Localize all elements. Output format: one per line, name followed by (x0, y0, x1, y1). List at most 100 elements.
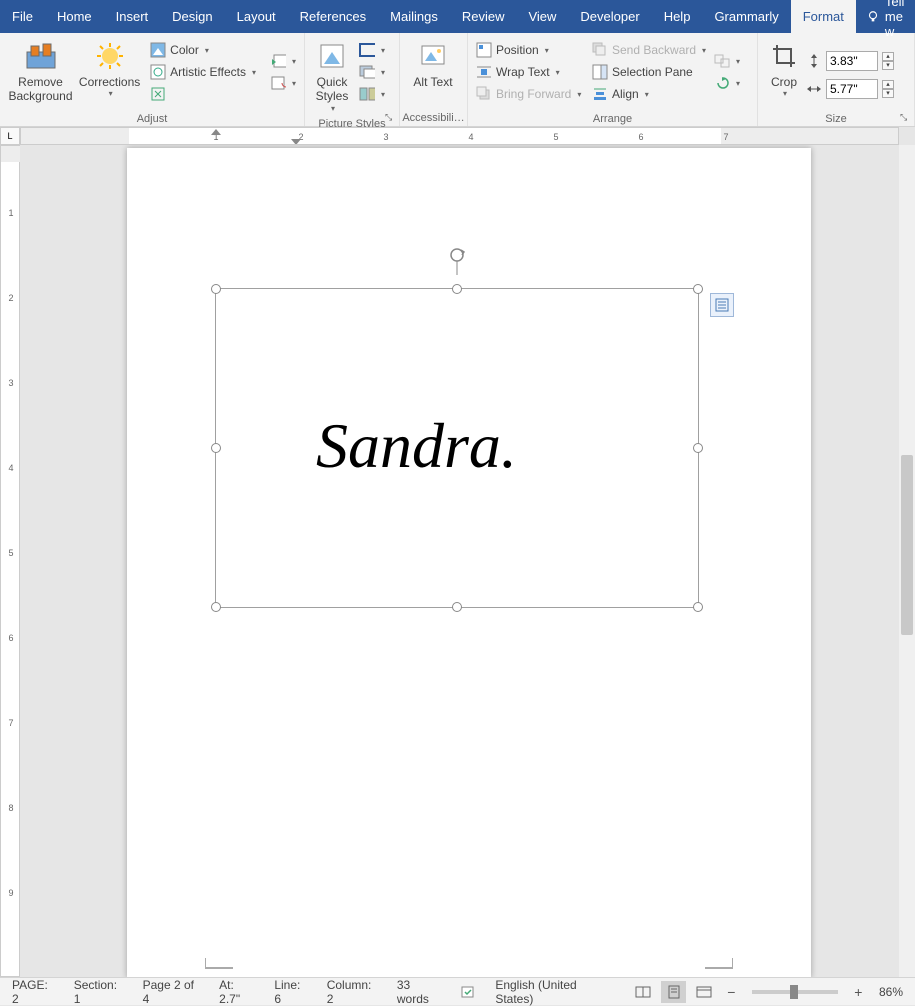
align-button[interactable]: Align▾ (588, 84, 710, 104)
artistic-effects-icon (150, 64, 166, 80)
group-objects-button[interactable]: ▾ (710, 51, 744, 71)
picture-selection[interactable]: Sandra. (215, 288, 699, 608)
scrollbar-thumb[interactable] (901, 455, 913, 635)
picture-border-button[interactable]: ▾ (355, 40, 389, 60)
tab-references[interactable]: References (288, 0, 378, 33)
svg-text:4: 4 (468, 132, 473, 142)
svg-text:9: 9 (8, 888, 13, 898)
vertical-scrollbar[interactable] (899, 145, 915, 977)
handle-tl[interactable] (211, 284, 221, 294)
handle-br[interactable] (693, 602, 703, 612)
remove-background-button[interactable]: Remove Background (4, 36, 77, 104)
quick-styles-icon (316, 40, 348, 72)
width-input[interactable] (826, 79, 878, 99)
tab-format[interactable]: Format (791, 0, 856, 33)
view-web-layout[interactable] (692, 981, 717, 1003)
status-page-of[interactable]: Page 2 of 4 (137, 978, 208, 1006)
handle-b[interactable] (452, 602, 462, 612)
width-spinner[interactable]: ▴▾ (882, 80, 894, 98)
reset-picture-icon (270, 75, 286, 91)
tab-file[interactable]: File (0, 0, 45, 33)
status-line[interactable]: Line: 6 (268, 978, 314, 1006)
artistic-effects-button[interactable]: Artistic Effects ▾ (146, 62, 260, 82)
svg-text:3: 3 (383, 132, 388, 142)
tab-mailings[interactable]: Mailings (378, 0, 450, 33)
corrections-label: Corrections (79, 75, 140, 89)
status-proofing[interactable] (455, 985, 483, 999)
svg-text:6: 6 (638, 132, 643, 142)
tab-layout[interactable]: Layout (225, 0, 288, 33)
tab-help[interactable]: Help (652, 0, 703, 33)
status-column[interactable]: Column: 2 (321, 978, 385, 1006)
remove-background-icon (25, 40, 57, 72)
view-print-layout[interactable] (661, 981, 686, 1003)
picture-styles-launcher[interactable]: ⤡ (385, 112, 397, 124)
color-icon (150, 42, 166, 58)
ribbon-body: Remove Background Corrections ▾ Color ▾ … (0, 33, 915, 127)
handle-r[interactable] (693, 443, 703, 453)
alt-text-icon (417, 40, 449, 72)
tab-home[interactable]: Home (45, 0, 104, 33)
reset-picture-button[interactable]: ▾ (266, 73, 300, 93)
document-area[interactable]: Sandra. (20, 145, 899, 977)
handle-tr[interactable] (693, 284, 703, 294)
zoom-out-button[interactable]: − (723, 984, 740, 1000)
picture-effects-icon (359, 64, 375, 80)
status-words[interactable]: 33 words (391, 978, 449, 1006)
width-input-group: ▴▾ (806, 79, 894, 99)
position-button[interactable]: Position▾ (472, 40, 588, 60)
zoom-in-button[interactable]: + (850, 984, 867, 1000)
handle-l[interactable] (211, 443, 221, 453)
height-input[interactable] (826, 51, 878, 71)
handle-bl[interactable] (211, 602, 221, 612)
tab-review[interactable]: Review (450, 0, 517, 33)
zoom-slider[interactable] (752, 990, 838, 994)
status-page[interactable]: PAGE: 2 (6, 978, 62, 1006)
height-icon (806, 53, 822, 69)
alt-text-button[interactable]: Alt Text (404, 36, 462, 89)
tab-design[interactable]: Design (160, 0, 224, 33)
chevron-down-icon: ▾ (736, 57, 740, 66)
compress-pictures-button[interactable] (146, 84, 260, 104)
color-button[interactable]: Color ▾ (146, 40, 260, 60)
zoom-level[interactable]: 86% (873, 985, 909, 999)
tab-grammarly[interactable]: Grammarly (702, 0, 790, 33)
status-at[interactable]: At: 2.7" (213, 978, 262, 1006)
crop-button[interactable]: Crop ▾ (762, 36, 806, 99)
tab-view[interactable]: View (516, 0, 568, 33)
tab-developer[interactable]: Developer (568, 0, 651, 33)
rotate-button[interactable]: ▾ (710, 73, 744, 93)
bring-forward-button[interactable]: Bring Forward▾ (472, 84, 588, 104)
horizontal-ruler[interactable]: 123 456 7 (20, 127, 899, 145)
group-accessibility: Alt Text Accessibili… (400, 33, 468, 126)
chevron-down-icon: ▾ (736, 79, 740, 88)
send-backward-button[interactable]: Send Backward▾ (588, 40, 710, 60)
layout-options-button[interactable] (710, 293, 734, 317)
status-section[interactable]: Section: 1 (68, 978, 131, 1006)
group-picture-styles: Quick Styles ▾ ▾ ▾ ▾ Picture Styles ⤡ (305, 33, 400, 126)
picture-layout-button[interactable]: ▾ (355, 84, 389, 104)
view-read-mode[interactable] (630, 981, 655, 1003)
rotate-handle[interactable] (447, 247, 467, 267)
height-input-group: ▴▾ (806, 51, 894, 71)
zoom-slider-knob[interactable] (790, 985, 798, 999)
svg-text:5: 5 (8, 548, 13, 558)
vertical-ruler[interactable]: 123 456 789 (0, 145, 20, 977)
tab-selector[interactable]: L (0, 127, 20, 145)
signature-image: Sandra. (316, 409, 517, 483)
change-picture-button[interactable]: ▾ (266, 51, 300, 71)
corrections-button[interactable]: Corrections ▾ (77, 36, 142, 99)
tab-insert[interactable]: Insert (104, 0, 161, 33)
picture-effects-button[interactable]: ▾ (355, 62, 389, 82)
chevron-down-icon: ▾ (381, 90, 385, 99)
selection-pane-button[interactable]: Selection Pane (588, 62, 710, 82)
handle-t[interactable] (452, 284, 462, 294)
chevron-down-icon: ▾ (577, 90, 581, 99)
size-launcher[interactable]: ⤡ (900, 112, 912, 124)
picture-layout-icon (359, 86, 375, 102)
quick-styles-button[interactable]: Quick Styles ▾ (309, 36, 355, 113)
wrap-text-button[interactable]: Wrap Text▾ (472, 62, 588, 82)
height-spinner[interactable]: ▴▾ (882, 52, 894, 70)
status-language[interactable]: English (United States) (489, 978, 618, 1006)
chevron-down-icon: ▾ (556, 68, 560, 77)
